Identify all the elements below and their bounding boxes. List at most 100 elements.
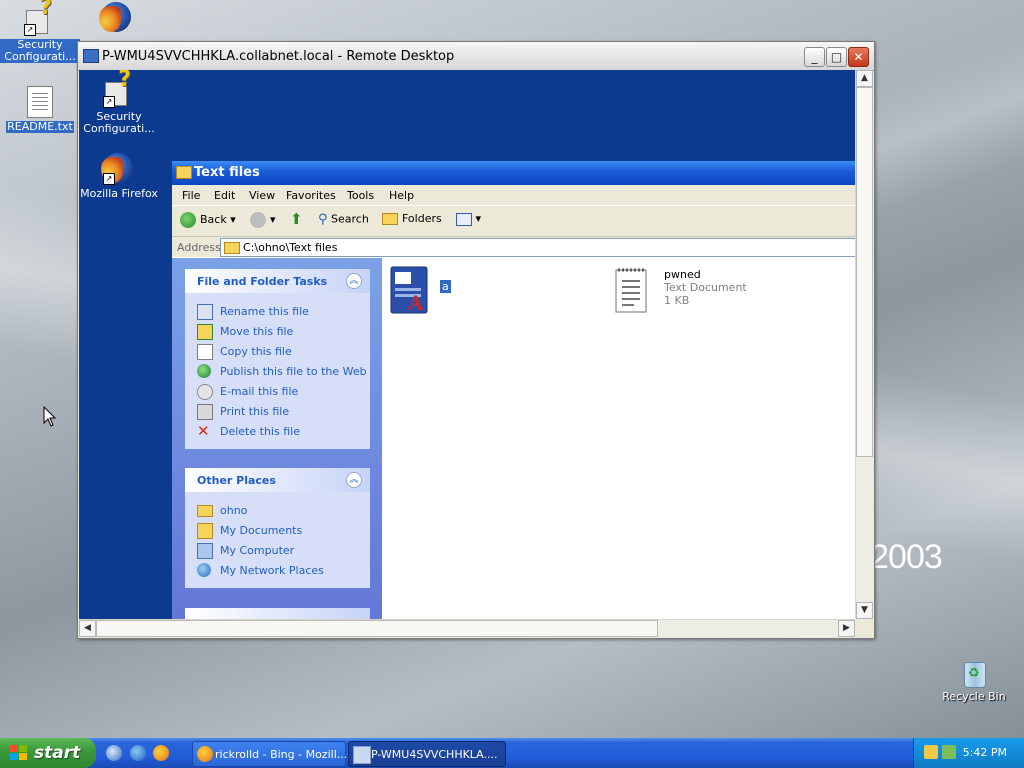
taskbar: start rickrolld - Bing - Mozill... P-WMU… bbox=[0, 738, 1024, 768]
task-publish[interactable]: Publish this file to the Web bbox=[185, 361, 370, 381]
other-places-header[interactable]: Other Places ︽ bbox=[185, 468, 370, 492]
task-pane: File and Folder Tasks ︽ Rename this file… bbox=[172, 258, 382, 619]
file-item[interactable]: A a bbox=[390, 266, 590, 322]
security-alert-icon[interactable] bbox=[924, 745, 938, 759]
details-panel bbox=[185, 608, 370, 619]
network-icon bbox=[197, 563, 211, 577]
explorer-toolbar: Back ▾ ▾ ⬆ ⚲ Search Folders ▾ bbox=[172, 206, 855, 237]
menu-favorites[interactable]: Favorites bbox=[286, 189, 336, 202]
scroll-left-arrow-icon[interactable]: ◀ bbox=[79, 620, 96, 637]
collapse-chevron-icon[interactable]: ︽ bbox=[346, 472, 362, 488]
folder-icon bbox=[176, 166, 192, 179]
internet-explorer-icon[interactable] bbox=[130, 745, 146, 761]
task-copy[interactable]: Copy this file bbox=[185, 341, 370, 361]
menu-edit[interactable]: Edit bbox=[214, 189, 235, 202]
security-configuration-icon: ? ↗ bbox=[24, 0, 56, 36]
explorer-titlebar[interactable]: Text files bbox=[172, 161, 855, 185]
email-icon bbox=[197, 384, 213, 400]
file-type: Text Document bbox=[664, 281, 747, 294]
folder-icon bbox=[224, 242, 240, 254]
rename-icon bbox=[197, 304, 213, 320]
folder-icon bbox=[197, 505, 213, 517]
views-icon bbox=[456, 212, 472, 226]
desktop-icon-label: Recycle Bin bbox=[942, 690, 1006, 703]
address-bar: Address C:\ohno\Text files bbox=[172, 237, 855, 257]
address-input[interactable]: C:\ohno\Text files bbox=[220, 238, 855, 257]
remote-desktop-icon bbox=[353, 746, 371, 764]
file-folder-tasks-header[interactable]: File and Folder Tasks ︽ bbox=[185, 269, 370, 293]
network-connection-icon[interactable] bbox=[942, 745, 956, 759]
file-list-area[interactable]: A a pwned Text Document 1 KB bbox=[382, 258, 855, 619]
place-my-documents[interactable]: My Documents bbox=[185, 520, 370, 540]
task-email[interactable]: E-mail this file bbox=[185, 381, 370, 401]
desktop-icon-recycle-bin[interactable]: ♻ Recycle Bin bbox=[934, 656, 1014, 703]
search-button[interactable]: ⚲ Search bbox=[318, 212, 369, 227]
file-item[interactable]: pwned Text Document 1 KB bbox=[614, 266, 814, 322]
scroll-down-arrow-icon[interactable]: ▼ bbox=[856, 602, 873, 619]
remote-desktop-icon bbox=[83, 49, 99, 63]
menu-bar: File Edit View Favorites Tools Help bbox=[172, 185, 855, 206]
minimize-button[interactable]: _ bbox=[804, 47, 825, 67]
task-delete[interactable]: ✕ Delete this file bbox=[185, 421, 370, 441]
firefox-icon[interactable] bbox=[153, 745, 169, 761]
views-button[interactable]: ▾ bbox=[456, 212, 481, 226]
search-icon: ⚲ bbox=[318, 212, 328, 227]
file-name: a bbox=[440, 280, 451, 293]
wordpad-document-icon: A bbox=[390, 266, 430, 315]
details-header[interactable] bbox=[185, 608, 370, 619]
desktop-icon-label: README.txt bbox=[6, 120, 74, 133]
file-folder-tasks-panel: File and Folder Tasks ︽ Rename this file… bbox=[185, 269, 370, 449]
firefox-icon: ↗ bbox=[101, 153, 135, 185]
folders-icon bbox=[382, 213, 398, 225]
place-my-computer[interactable]: My Computer bbox=[185, 540, 370, 560]
vertical-scroll-thumb[interactable] bbox=[856, 87, 873, 457]
remote-desktop-icon-firefox[interactable]: ↗ Mozilla Firefox bbox=[79, 153, 159, 200]
forward-button[interactable]: ▾ bbox=[250, 212, 276, 228]
my-documents-icon bbox=[197, 523, 213, 539]
text-document-icon bbox=[614, 266, 654, 314]
task-print[interactable]: Print this file bbox=[185, 401, 370, 421]
printer-icon bbox=[197, 404, 213, 420]
task-rename[interactable]: Rename this file bbox=[185, 301, 370, 321]
remote-desktop-titlebar[interactable]: P-WMU4SVVCHHKLA.collabnet.local - Remote… bbox=[78, 42, 874, 71]
task-move[interactable]: Move this file bbox=[185, 321, 370, 341]
remote-icon-label: Mozilla Firefox bbox=[80, 187, 158, 200]
place-ohno[interactable]: ohno bbox=[185, 500, 370, 520]
horizontal-scrollbar[interactable]: ◀ ▶ bbox=[79, 619, 855, 637]
clock[interactable]: 5:42 PM bbox=[963, 746, 1007, 759]
folders-button[interactable]: Folders bbox=[382, 212, 442, 225]
desktop-icon-readme[interactable]: README.txt bbox=[0, 86, 80, 133]
mouse-cursor-icon bbox=[43, 406, 57, 427]
remote-desktop-window[interactable]: P-WMU4SVVCHHKLA.collabnet.local - Remote… bbox=[77, 41, 875, 639]
copy-icon bbox=[197, 344, 213, 360]
menu-view[interactable]: View bbox=[249, 189, 275, 202]
start-button[interactable]: start bbox=[0, 738, 96, 768]
maximize-button[interactable]: □ bbox=[826, 47, 847, 67]
menu-tools[interactable]: Tools bbox=[347, 189, 374, 202]
window-title: P-WMU4SVVCHHKLA.collabnet.local - Remote… bbox=[102, 49, 455, 64]
horizontal-scroll-thumb[interactable] bbox=[96, 620, 658, 637]
desktop-icon-security-configuration[interactable]: ? ↗ Security Configurati... bbox=[0, 0, 80, 63]
other-places-panel: Other Places ︽ ohno My Documents My Comp… bbox=[185, 468, 370, 588]
file-size: 1 KB bbox=[664, 294, 690, 307]
vertical-scrollbar[interactable]: ▲ ▼ bbox=[855, 70, 873, 619]
remote-desktop-icon-security-configuration[interactable]: ? ↗ Security Configurati... bbox=[79, 70, 159, 135]
close-button[interactable]: ✕ bbox=[848, 47, 869, 67]
scroll-right-arrow-icon[interactable]: ▶ bbox=[838, 620, 855, 637]
menu-help[interactable]: Help bbox=[389, 189, 414, 202]
taskbar-item-firefox[interactable]: rickrolld - Bing - Mozill... bbox=[192, 741, 347, 767]
taskbar-item-remote-desktop[interactable]: P-WMU4SVVCHHKLA.... bbox=[348, 741, 506, 767]
move-icon bbox=[197, 324, 213, 340]
remote-screen[interactable]: ? ↗ Security Configurati... ↗ Mozilla Fi… bbox=[79, 70, 855, 619]
place-my-network[interactable]: My Network Places bbox=[185, 560, 370, 580]
scroll-up-arrow-icon[interactable]: ▲ bbox=[856, 70, 873, 87]
back-button[interactable]: Back ▾ bbox=[180, 212, 236, 228]
collapse-chevron-icon[interactable]: ︽ bbox=[346, 273, 362, 289]
desktop-icon-firefox[interactable] bbox=[77, 2, 157, 37]
show-desktop-icon[interactable] bbox=[106, 745, 122, 761]
firefox-icon bbox=[197, 746, 213, 762]
menu-file[interactable]: File bbox=[182, 189, 200, 202]
explorer-window[interactable]: Text files File Edit View Favorites Tool… bbox=[172, 161, 855, 619]
up-folder-button[interactable]: ⬆ bbox=[290, 210, 303, 228]
text-file-icon bbox=[24, 86, 56, 118]
